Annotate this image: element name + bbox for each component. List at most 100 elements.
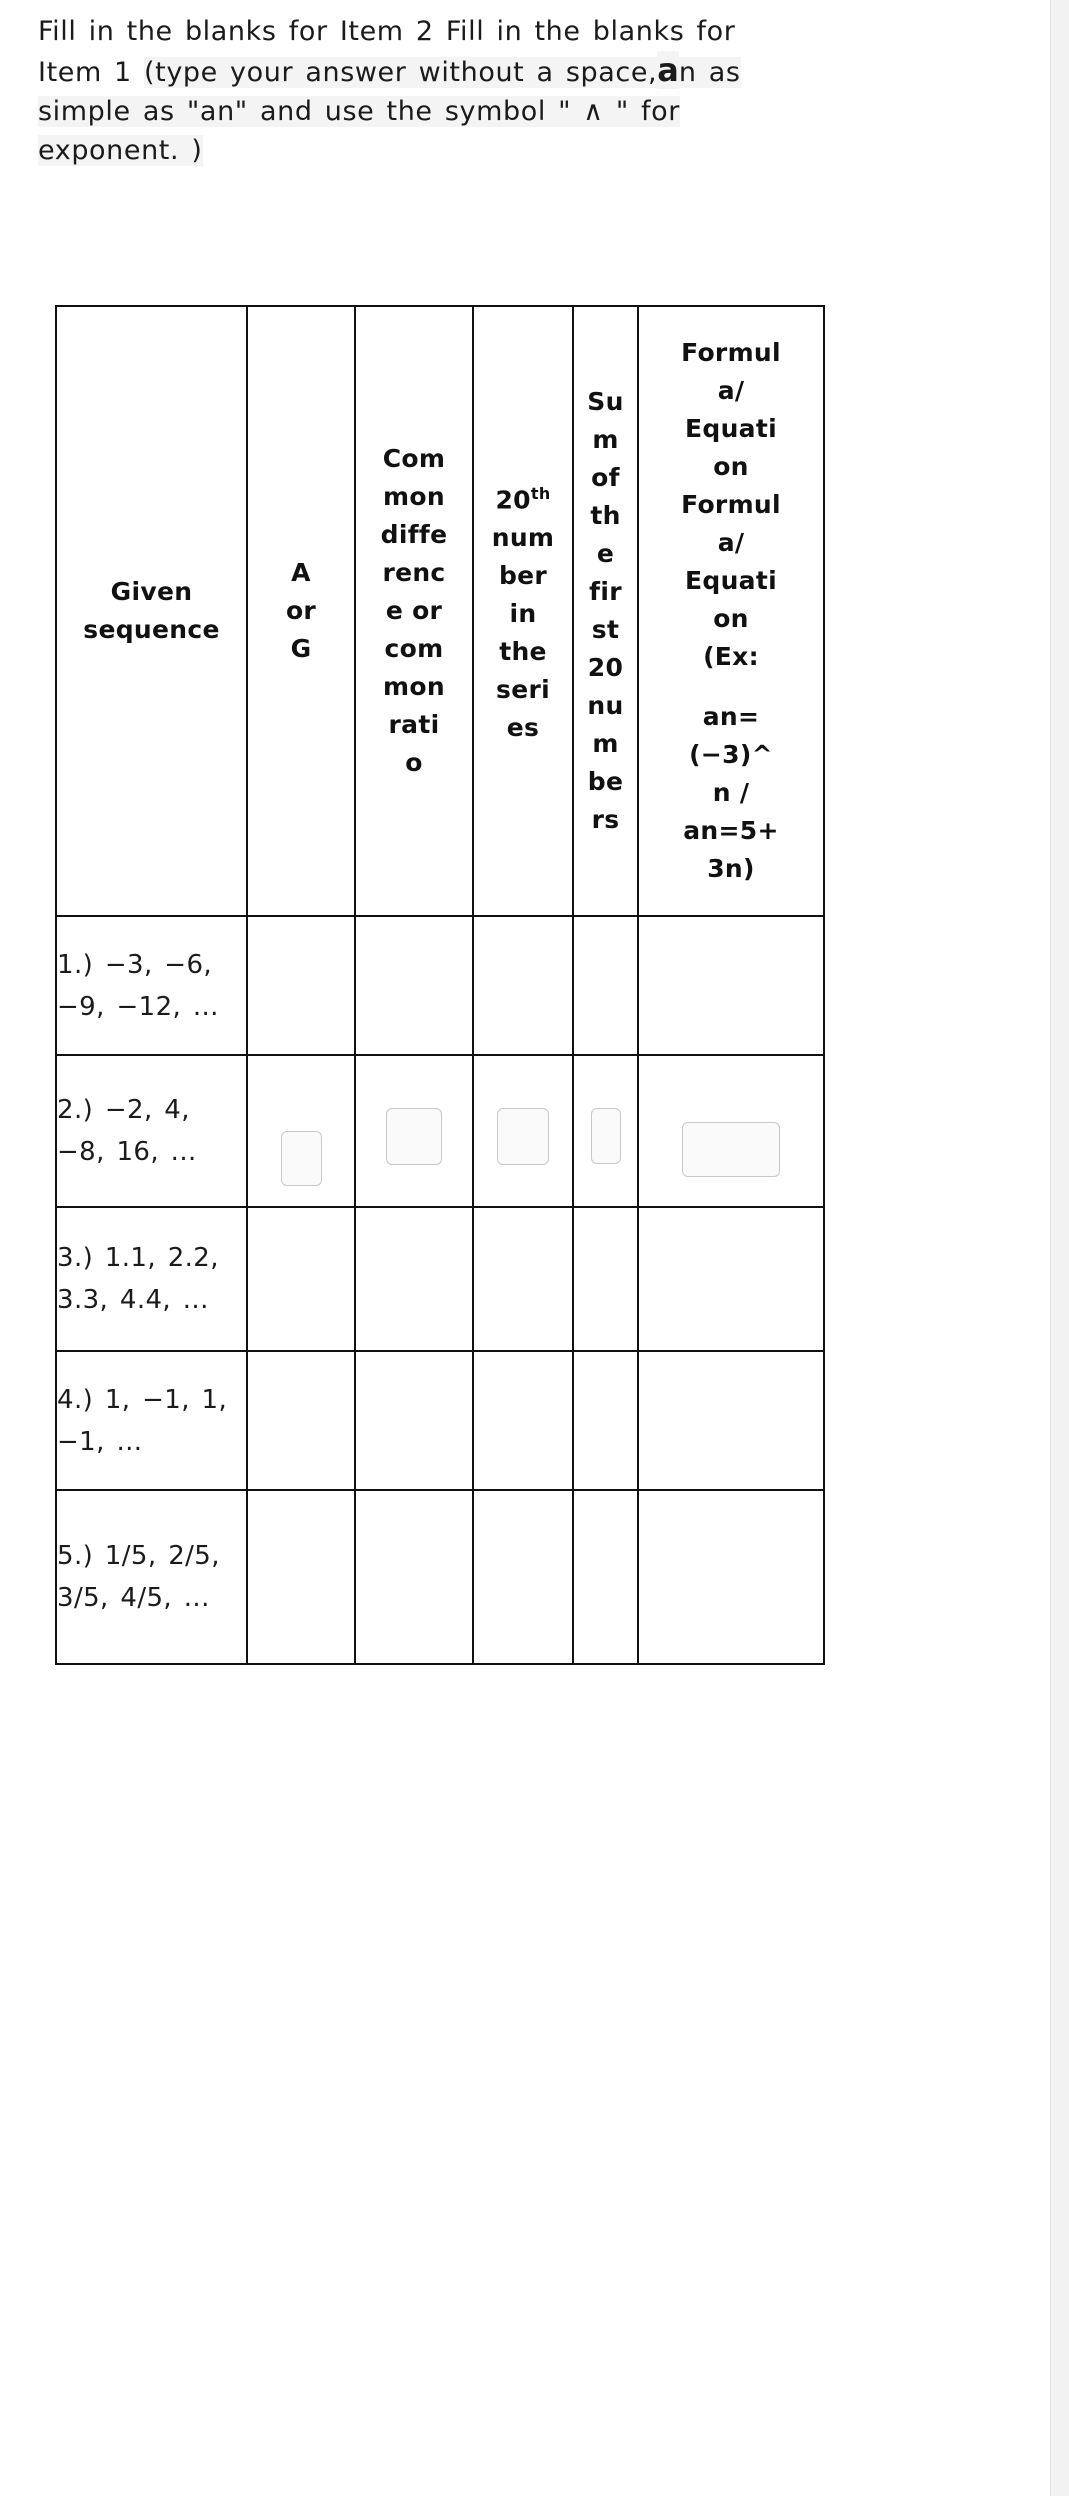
header-line: Formul [681,490,781,519]
header-line: rati [388,710,440,739]
instruction-line-1: Fill in the blanks for Item 2 Fill in th… [38,16,736,47]
answer-cell-a-or-g[interactable] [246,915,356,1056]
answer-cell-twentieth-number[interactable] [472,1489,574,1665]
table-row: 2.) −2, 4, −8, 16, ... [55,1054,825,1208]
header-line: on [713,452,749,481]
sequence-cell: 3.) 1.1, 2.2, 3.3, 4.4, ... [55,1206,248,1352]
header-line: mon [383,482,445,511]
header-line: or [285,596,317,625]
header-line: renc [382,558,446,587]
header-formula-equation: Formul a/ Equati on Formul a/ Equati on … [637,305,825,917]
answer-cell-twentieth-number[interactable] [472,1054,574,1208]
header-line: a/ [717,376,745,405]
instruction-line-2-highlight: (type your answer without a space, [144,57,658,88]
header-line: A [291,558,311,587]
header-line: diffe [380,520,448,549]
answer-cell-common-difference[interactable] [354,1350,474,1491]
header-line: 20 [587,653,624,682]
answer-cell-formula-equation[interactable] [637,1206,825,1352]
header-line: m [592,425,619,454]
header-line: 3n) [707,854,755,883]
answer-cell-common-difference[interactable] [354,1489,474,1665]
answer-cell-sum-first-20[interactable] [572,1489,639,1665]
header-line: e or [385,596,443,625]
header-line: nu [587,691,624,720]
header-line: Equati [685,414,777,443]
answer-cell-common-difference[interactable] [354,915,474,1056]
header-line: es [506,713,540,743]
answer-cell-twentieth-number[interactable] [472,1350,574,1491]
header-line: seri [496,675,550,705]
sequence-worksheet-table: Given sequence A or G Com mon diffe renc… [55,305,825,1665]
page-right-gutter [1050,0,1069,2496]
header-line: Equati [685,566,777,595]
answer-cell-a-or-g[interactable] [246,1350,356,1491]
table-row: 4.) 1, −1, 1, −1, ... [55,1350,825,1491]
header-spacer [639,676,823,698]
input-common-difference[interactable] [386,1107,442,1165]
answer-cell-a-or-g[interactable] [246,1054,356,1208]
instruction-line-4: exponent. ) [38,135,203,166]
header-line: th [590,501,621,530]
header-line: Given [110,577,193,606]
header-line: fir [589,577,622,606]
header-line: mon [383,672,445,701]
answer-cell-sum-first-20[interactable] [572,1054,639,1208]
instruction-line-3: simple as "an" and use the symbol " ∧ " … [38,96,680,127]
header-line: an=5+ [683,816,779,845]
header-line: m [592,729,619,758]
input-sum-first-20[interactable] [590,1108,621,1164]
header-line: (Ex: [703,642,759,671]
answer-cell-twentieth-number[interactable] [472,915,574,1056]
worksheet-page: Fill in the blanks for Item 2 Fill in th… [0,0,1050,2496]
table-row: 5.) 1/5, 2/5, 3/5, 4/5, ... [55,1489,825,1665]
header-line: ber [498,561,548,591]
header-line: rs [591,805,620,834]
header-line: Formul [681,338,781,367]
header-line: st [591,615,620,644]
header-line: o [405,748,423,777]
header-twentieth-number: 20th num ber in the seri es [472,305,574,917]
header-line: of [591,463,620,492]
header-common-difference-or-ratio: Com mon diffe renc e or com mon rati o [354,305,474,917]
instruction-item-1-label: Item 1 [38,57,145,88]
sequence-cell: 4.) 1, −1, 1, −1, ... [55,1350,248,1491]
sequence-cell: 5.) 1/5, 2/5, 3/5, 4/5, ... [55,1489,248,1665]
header-line: (−3)^ [689,740,773,769]
instruction-an-suffix: n as [678,57,741,88]
header-line: n / [712,778,750,807]
table-row: 3.) 1.1, 2.2, 3.3, 4.4, ... [55,1206,825,1352]
answer-cell-formula-equation[interactable] [637,915,825,1056]
answer-cell-formula-equation[interactable] [637,1489,825,1665]
header-line: e [596,539,615,568]
input-a-or-g[interactable] [280,1131,322,1186]
header-line: be [587,767,624,796]
instructions-paragraph: Fill in the blanks for Item 2 Fill in th… [38,12,1018,170]
header-a-or-g: A or G [246,305,356,917]
header-line: num [491,523,555,553]
input-twentieth-number[interactable] [497,1107,549,1165]
answer-cell-common-difference[interactable] [354,1054,474,1208]
header-line: in [509,599,537,629]
header-line: on [713,604,749,633]
header-line: a/ [717,528,745,557]
header-sum-of-first-20: Su m of th e fir st 20 nu m be rs [572,305,639,917]
answer-cell-twentieth-number[interactable] [472,1206,574,1352]
answer-cell-a-or-g[interactable] [246,1206,356,1352]
instruction-an-symbol: a [657,51,679,89]
sequence-cell: 1.) −3, −6, −9, −12, ... [55,915,248,1056]
answer-cell-sum-first-20[interactable] [572,1350,639,1491]
answer-cell-sum-first-20[interactable] [572,915,639,1056]
header-line: G [290,634,312,663]
answer-cell-a-or-g[interactable] [246,1489,356,1665]
header-line: an= [702,702,760,731]
answer-cell-formula-equation[interactable] [637,1054,825,1208]
input-formula-equation[interactable] [682,1122,780,1177]
answer-cell-sum-first-20[interactable] [572,1206,639,1352]
header-line: the [499,637,547,667]
table-header-row: Given sequence A or G Com mon diffe renc… [55,305,825,917]
sequence-cell: 2.) −2, 4, −8, 16, ... [55,1054,248,1208]
answer-cell-common-difference[interactable] [354,1206,474,1352]
header-line: com [384,634,444,663]
answer-cell-formula-equation[interactable] [637,1350,825,1491]
